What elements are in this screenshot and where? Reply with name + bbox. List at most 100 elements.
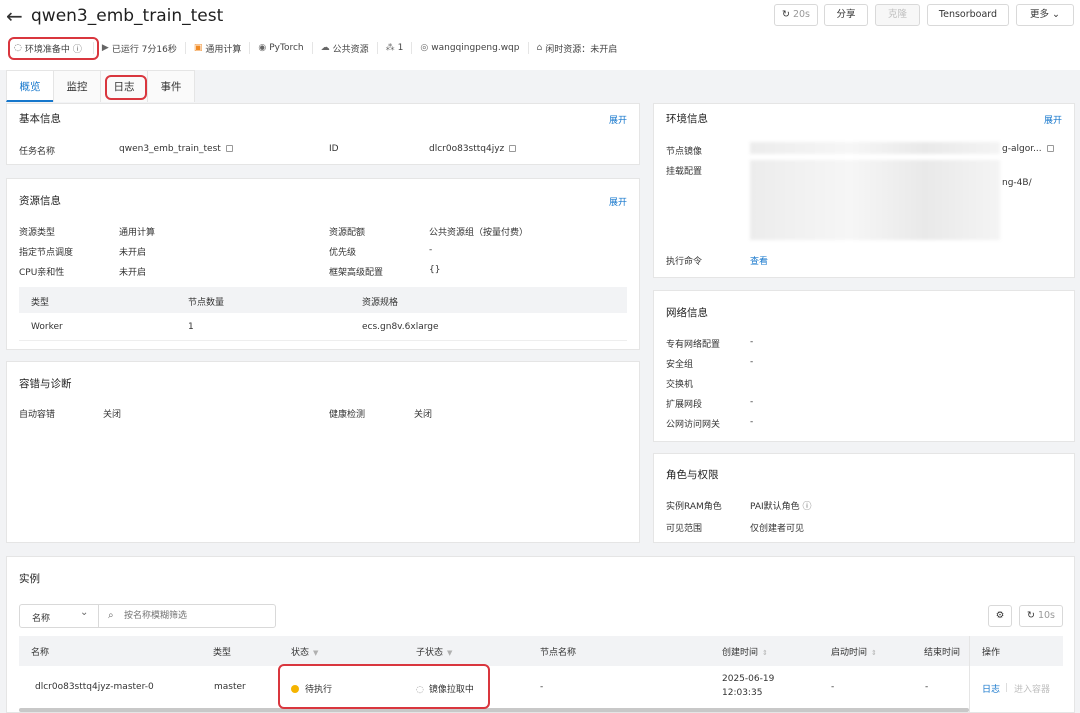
resource-info-title: 资源信息	[19, 195, 61, 207]
enter-container-link[interactable]: 进入容器	[1014, 682, 1050, 695]
copy-icon[interactable]	[509, 145, 517, 152]
resource-type: ☁ 公共资源	[313, 42, 378, 55]
col-status[interactable]: 状态 ▼	[291, 645, 318, 658]
status-cells-highlight	[278, 664, 490, 709]
col-created[interactable]: 创建时间 ⇕	[722, 645, 768, 658]
resource-expand-link[interactable]: 展开	[609, 195, 627, 208]
priority-value: -	[429, 245, 433, 255]
resource-col-spec: 资源规格	[362, 298, 399, 308]
blurred-image-value	[750, 142, 1000, 154]
col-name: 名称	[31, 648, 50, 658]
mount-label: 挂载配置	[666, 167, 703, 177]
id-value: dlcr0o83sttq4jyz	[429, 144, 517, 154]
resource-type-label: 资源类型	[19, 228, 56, 238]
col-started[interactable]: 启动时间 ⇕	[831, 645, 877, 658]
framework-config-label: 框架高级配置	[329, 268, 384, 278]
network-title: 网络信息	[666, 307, 708, 319]
share-button[interactable]: 分享	[824, 4, 868, 26]
resource-col-type: 类型	[31, 298, 50, 308]
filter-icon[interactable]: ▼	[447, 649, 452, 657]
cloud-icon: ☁	[320, 43, 330, 53]
more-button[interactable]: 更多 ⌄	[1016, 4, 1074, 26]
tab-overview[interactable]: 概览	[6, 70, 54, 102]
security-group-value: -	[750, 357, 754, 367]
vswitch-label: 交换机	[666, 380, 694, 390]
task-name-value: qwen3_emb_train_test	[119, 144, 233, 154]
node-image-suffix: g-algor...	[1002, 144, 1054, 154]
copy-icon[interactable]	[225, 145, 233, 152]
cpu-affinity-label: CPU亲和性	[19, 268, 65, 278]
id-label: ID	[329, 144, 339, 154]
arrow-left-icon[interactable]: ←	[6, 4, 23, 28]
security-group-label: 安全组	[666, 360, 694, 370]
owner: ◎ wangqingpeng.wqp	[412, 42, 529, 54]
vpc-value: -	[750, 337, 754, 347]
nat-gateway-label: 公网访问网关	[666, 420, 721, 430]
status-highlight	[8, 37, 99, 60]
search-input[interactable]	[124, 606, 272, 626]
mount-suffix: ng-4B/	[1002, 178, 1032, 188]
compute-type: ▣ 通用计算	[186, 42, 251, 55]
refresh-button[interactable]: ↻ 20s	[774, 4, 818, 26]
quota-value: 公共资源组（按量付费）	[429, 228, 529, 238]
fault-title: 容错与诊断	[19, 378, 72, 390]
col-type: 类型	[213, 648, 232, 658]
vpc-label: 专有网络配置	[666, 340, 721, 350]
refresh-icon: ↻	[781, 9, 793, 20]
basic-expand-link[interactable]: 展开	[609, 113, 627, 126]
search-icon: ⌕	[108, 610, 114, 621]
idle-icon: ⌂	[536, 43, 543, 53]
tab-events[interactable]: 事件	[147, 70, 195, 102]
chevron-down-icon: ⌄	[1052, 9, 1060, 20]
idle-resource: ⌂ 闲时资源：未开启	[536, 43, 618, 55]
page-title: qwen3_emb_train_test	[31, 6, 224, 26]
ext-cidr-value: -	[750, 397, 754, 407]
instance-node: -	[540, 682, 544, 692]
play-icon: ▶	[101, 43, 109, 53]
resource-cell-type: Worker	[31, 322, 63, 332]
gear-icon: ⚙	[995, 610, 1005, 621]
sort-icon[interactable]: ⇕	[871, 649, 877, 657]
col-substatus[interactable]: 子状态 ▼	[416, 645, 452, 658]
view-command-link[interactable]: 查看	[750, 254, 768, 267]
instance-type: master	[214, 682, 246, 692]
running-time: ▶ 已运行 7分16秒	[94, 42, 186, 55]
compute-icon: ▣	[193, 43, 203, 53]
ext-cidr-label: 扩展网段	[666, 400, 703, 410]
instance-log-link[interactable]: 日志	[982, 682, 1000, 695]
auto-fault-value: 关闭	[103, 410, 122, 420]
tensorboard-button[interactable]: Tensorboard	[927, 4, 1009, 26]
clone-button[interactable]: 克隆	[875, 4, 920, 26]
auto-fault-label: 自动容错	[19, 410, 56, 420]
node-schedule-value: 未开启	[119, 248, 147, 258]
pytorch-icon: ◉	[258, 43, 267, 53]
instances-refresh-button[interactable]: ↻ 10s	[1019, 605, 1063, 627]
instance-created-date: 2025-06-19	[722, 674, 775, 684]
horizontal-scrollbar[interactable]	[19, 708, 969, 712]
instance-name: dlcr0o83sttq4jyz-master-0	[35, 682, 154, 692]
health-check-label: 健康检测	[329, 410, 366, 420]
copy-icon[interactable]	[1046, 145, 1054, 152]
settings-button[interactable]: ⚙	[988, 605, 1012, 627]
chevron-down-icon[interactable]: ⌄	[80, 607, 88, 618]
user-icon: ◎	[420, 43, 429, 53]
filter-select[interactable]: 名称	[32, 611, 50, 624]
fixed-col-divider	[969, 636, 970, 713]
resource-table-header	[19, 287, 627, 313]
task-name-label: 任务名称	[19, 147, 56, 157]
instance-created-time: 12:03:35	[722, 688, 763, 698]
node-schedule-label: 指定节点调度	[19, 248, 74, 258]
col-actions: 操作	[982, 648, 1001, 658]
filter-icon[interactable]: ▼	[313, 649, 318, 657]
row-divider	[19, 340, 627, 341]
instance-started: -	[831, 682, 835, 692]
env-expand-link[interactable]: 展开	[1044, 113, 1062, 126]
col-ended: 结束时间	[924, 648, 961, 658]
node-image-label: 节点镜像	[666, 147, 703, 157]
resource-cell-count: 1	[188, 322, 194, 332]
health-check-value: 关闭	[414, 410, 433, 420]
tab-monitor[interactable]: 监控	[53, 70, 101, 102]
blurred-mount-value	[750, 160, 1000, 240]
filter-divider	[98, 605, 99, 627]
sort-icon[interactable]: ⇕	[762, 649, 768, 657]
